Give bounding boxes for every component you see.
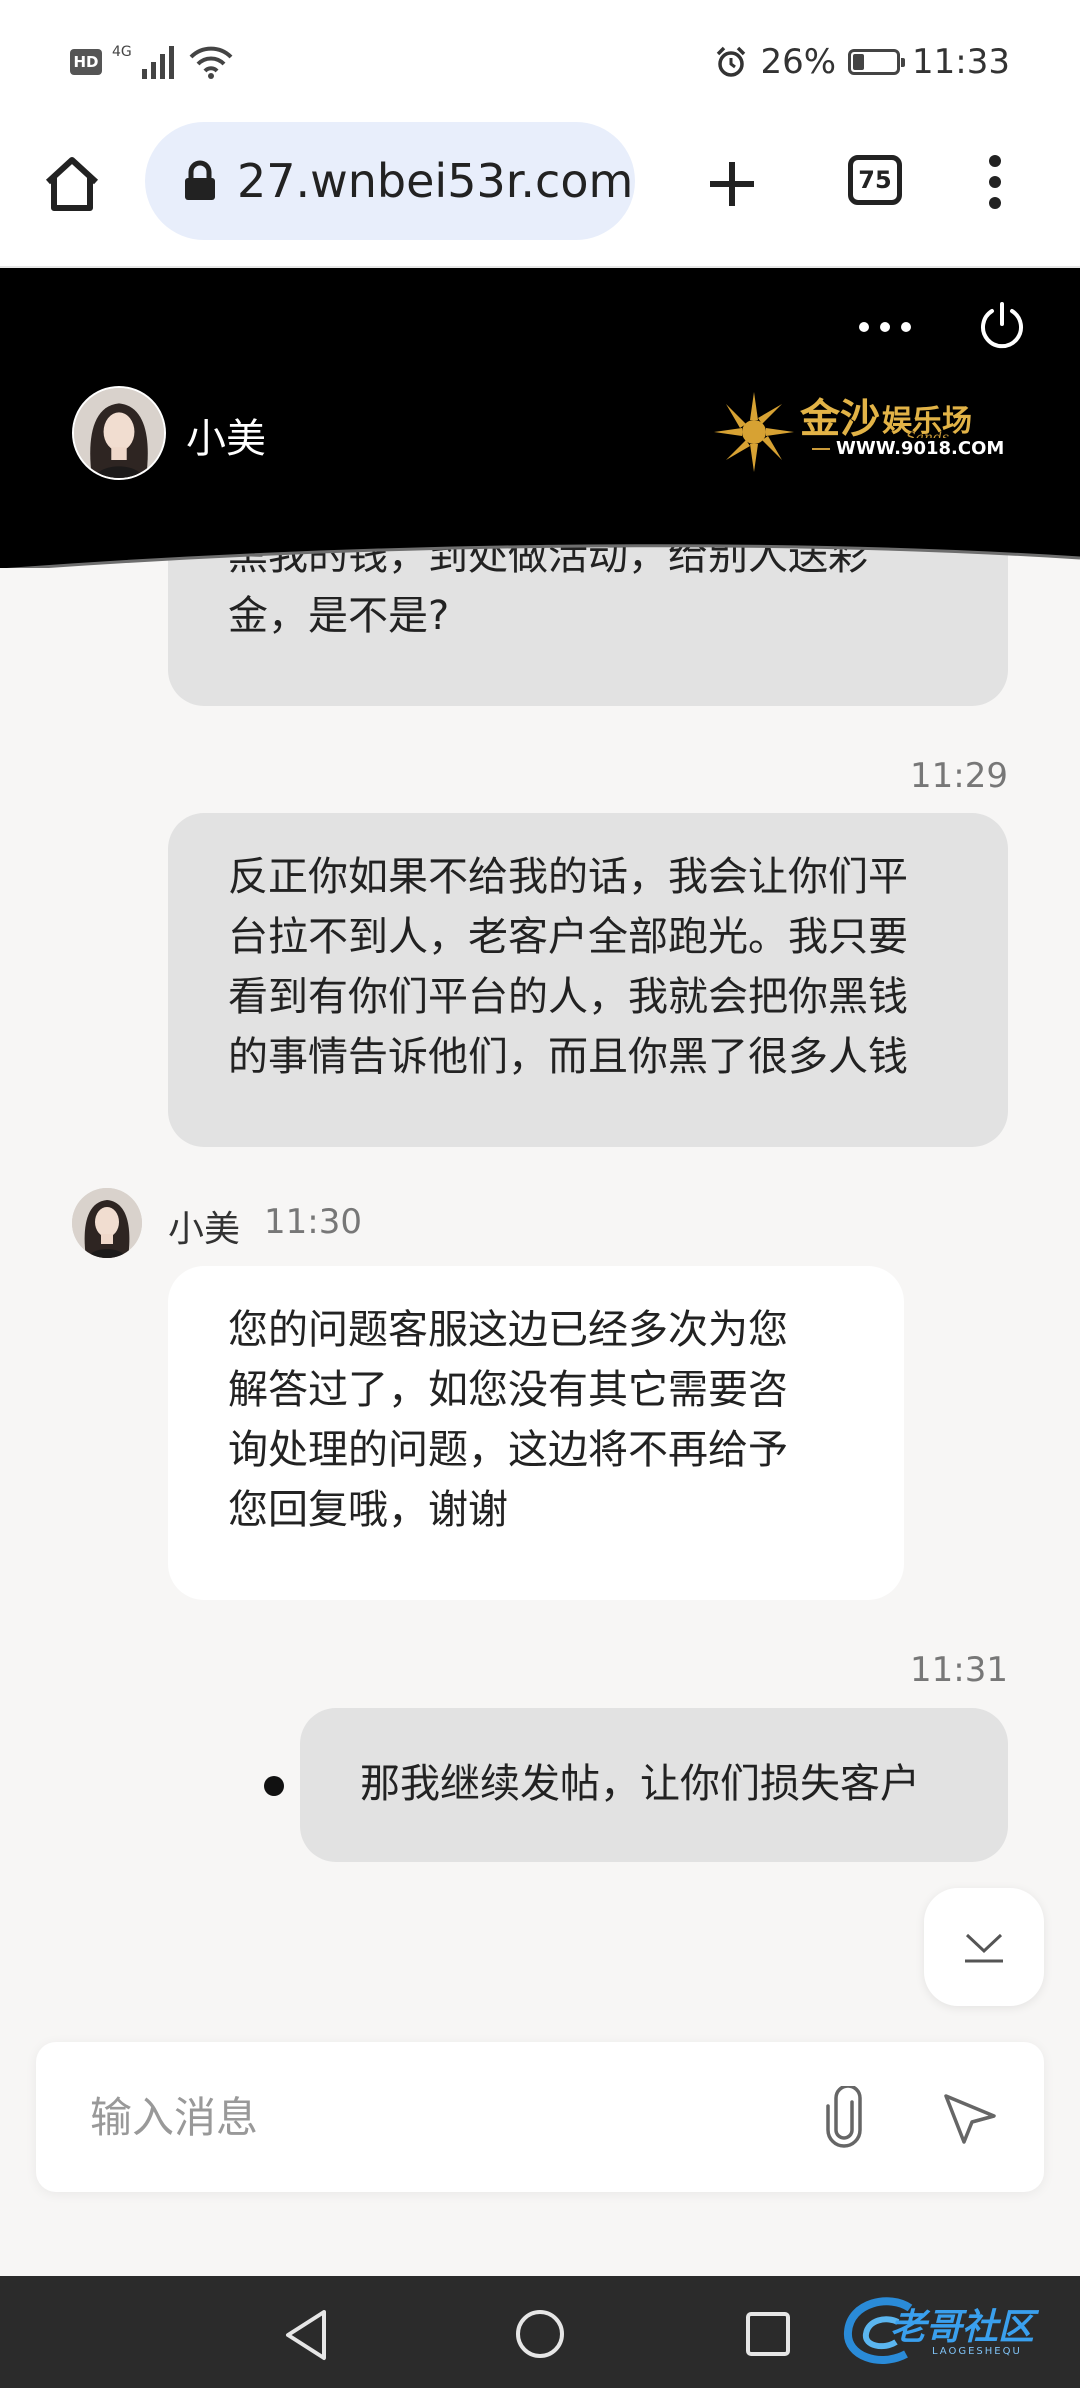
watermark-logo: 老哥社区 LAOGESHEQU [840,2288,1068,2376]
chevron-down-icon [965,1933,1003,1963]
browser-toolbar: 27.wnbei53r.com 75 [0,120,1080,268]
avatar-portrait [72,1188,142,1258]
message-input[interactable] [88,2086,792,2148]
status-bar: HD 4G 26% 11:33 [0,0,1080,120]
message-time: 11:29 [910,756,1008,796]
logo-brand: 金沙 [800,395,880,442]
message-time: 11:31 [910,1650,1008,1690]
home-icon[interactable] [42,154,102,214]
message-line: 看到有你们平台的人，我就会把你黑钱 [228,974,908,1020]
scroll-to-bottom-button[interactable] [924,1888,1044,2006]
message-line: 解答过了，如您没有其它需要咨 [228,1367,788,1413]
url-text: 27.wnbei53r.com [237,154,634,208]
message-line: 的事情告诉他们，而且你黑了很多人钱 [228,1034,908,1080]
lock-icon [185,160,215,200]
alarm-icon [717,46,746,77]
logo-site: WWW.9018.COM [830,438,1011,459]
tab-switcher-button[interactable]: 75 [848,155,902,205]
plus-icon[interactable] [704,156,760,212]
message-line: 台拉不到人，老客户全部跑光。我只要 [228,914,908,960]
back-nav-icon[interactable] [282,2308,332,2362]
brand-logo: 金沙 娱乐场 Sands WWW.9018.COM [712,386,1011,476]
agent-name: 小美 [168,1209,241,1250]
watermark-sub: LAOGESHEQU [932,2346,1022,2357]
send-icon[interactable] [942,2090,998,2146]
header-agent-name: 小美 [186,416,266,462]
message-line: 金，是不是? [228,593,450,639]
battery-level [853,54,865,70]
agent-avatar [72,1188,142,1258]
message-line: 您回复哦，谢谢 [228,1487,508,1533]
hd-badge: HD [70,49,102,75]
signal-icon [141,46,174,79]
message-bubble-user: 那我继续发帖，让你们损失客户 [300,1708,1008,1862]
watermark-text: 老哥社区 [890,2307,1035,2348]
message-line: 询处理的问题，这边将不再给予 [228,1427,788,1473]
header-avatar [72,386,166,480]
battery-icon [848,49,906,75]
avatar-portrait [74,388,164,478]
sun-emblem-icon [714,392,794,472]
message-line: 您的问题客服这边已经多次为您 [228,1307,788,1353]
message-bubble-agent: 您的问题客服这边已经多次为您 解答过了，如您没有其它需要咨 询处理的问题，这边将… [168,1266,904,1600]
clock: 11:33 [912,42,1010,82]
system-nav-bar: 老哥社区 LAOGESHEQU [0,2276,1080,2388]
message-line: 反正你如果不给我的话，我会让你们平 [228,854,908,900]
more-horiz-icon[interactable] [858,320,912,334]
message-bubble-user: 反正你如果不给我的话，我会让你们平 台拉不到人，老客户全部跑光。我只要 看到有你… [168,813,1008,1147]
status-right: 26% 11:33 [714,40,1010,84]
power-icon[interactable] [976,300,1028,352]
battery-percent: 26% [760,42,837,82]
network-type: 4G [112,44,132,60]
chat-header: 小美 金沙 娱乐场 Sands WWW.9018.COM [0,268,1080,568]
address-bar[interactable]: 27.wnbei53r.com [145,122,635,240]
wifi-icon [189,46,233,79]
more-vert-icon[interactable] [980,152,1010,212]
message-time: 11:30 [264,1202,362,1242]
message-status-dot [264,1776,284,1796]
status-left: HD 4G [70,42,234,82]
message-line: 那我继续发帖，让你们损失客户 [360,1761,920,1807]
paperclip-icon[interactable] [822,2086,866,2148]
recents-nav-icon[interactable] [744,2310,792,2358]
message-composer [36,2042,1044,2192]
home-nav-icon[interactable] [514,2308,566,2360]
